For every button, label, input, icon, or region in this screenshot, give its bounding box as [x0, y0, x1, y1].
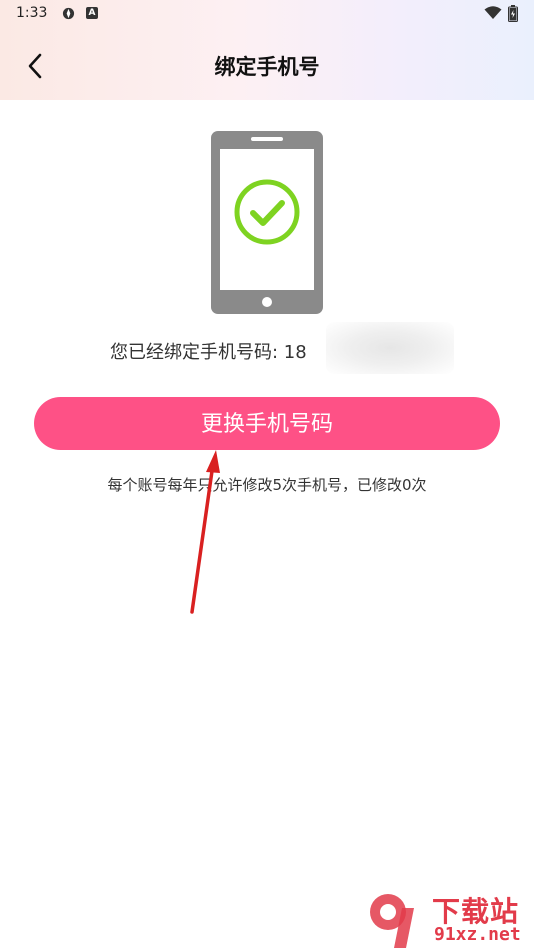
change-phone-button[interactable]: 更换手机号码	[34, 397, 500, 450]
watermark: 下载站 91xz.net	[366, 890, 534, 950]
app-icon	[62, 7, 75, 20]
wifi-icon	[484, 6, 502, 19]
watermark-url: 91xz.net	[434, 924, 521, 945]
watermark-logo-icon	[370, 894, 414, 948]
status-time: 1:33	[16, 5, 48, 21]
page-title: 绑定手机号	[214, 55, 320, 79]
bound-phone-text: 您已经绑定手机号码: 18	[110, 342, 307, 363]
phone-number-mask	[326, 322, 454, 374]
phone-check-icon	[211, 131, 323, 314]
annotation-arrow-icon	[190, 450, 220, 614]
status-bar: 1:33 A	[0, 0, 534, 28]
modify-limit-note: 每个账号每年只允许修改5次手机号，已修改0次	[107, 476, 427, 494]
a-icon: A	[86, 7, 98, 19]
nav-bar: 绑定手机号	[0, 36, 534, 100]
battery-icon	[508, 5, 518, 22]
